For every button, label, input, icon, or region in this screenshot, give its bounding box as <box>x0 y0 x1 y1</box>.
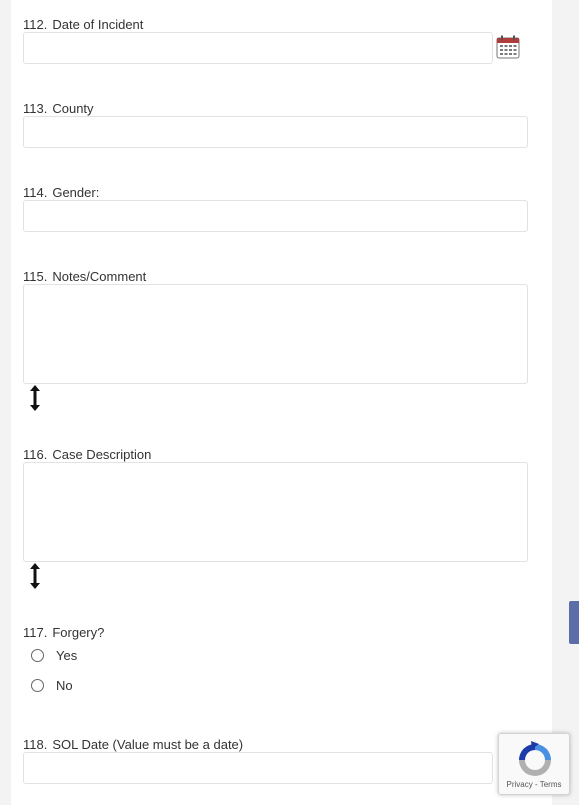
question-117-label: 117. Forgery? <box>23 625 105 640</box>
question-113-label: 113. County <box>23 101 94 116</box>
privacy-link[interactable]: Privacy <box>507 780 533 789</box>
radio-button[interactable] <box>31 649 44 662</box>
forgery-option-yes[interactable]: Yes <box>31 648 77 663</box>
forgery-option-no[interactable]: No <box>31 678 73 693</box>
links-separator: - <box>532 780 540 789</box>
terms-link[interactable]: Terms <box>540 780 562 789</box>
radio-label: No <box>56 678 73 693</box>
case-description-textarea[interactable] <box>23 462 528 562</box>
question-112-label: 112. Date of Incident <box>23 17 144 32</box>
notes-comment-textarea[interactable] <box>23 284 528 384</box>
recaptcha-links: Privacy - Terms <box>499 780 569 789</box>
recaptcha-badge[interactable]: Privacy - Terms <box>498 733 570 795</box>
resize-handle-icon[interactable] <box>28 562 42 590</box>
question-115-label: 115. Notes/Comment <box>23 269 147 284</box>
gender-input[interactable] <box>23 200 528 232</box>
radio-label: Yes <box>56 648 78 663</box>
radio-button[interactable] <box>31 679 44 692</box>
question-118-label: 118. SOL Date (Value must be a date) <box>23 737 244 752</box>
sol-date-input[interactable] <box>23 752 493 784</box>
question-116-label: 116. Case Description <box>23 447 152 462</box>
side-feedback-tab[interactable] <box>569 601 579 644</box>
date-of-incident-input[interactable] <box>23 32 493 64</box>
recaptcha-logo-icon <box>519 741 551 776</box>
calendar-icon[interactable] <box>496 35 520 59</box>
resize-handle-icon[interactable] <box>28 384 42 412</box>
county-input[interactable] <box>23 116 528 148</box>
question-114-label: 114. Gender: <box>23 185 100 200</box>
